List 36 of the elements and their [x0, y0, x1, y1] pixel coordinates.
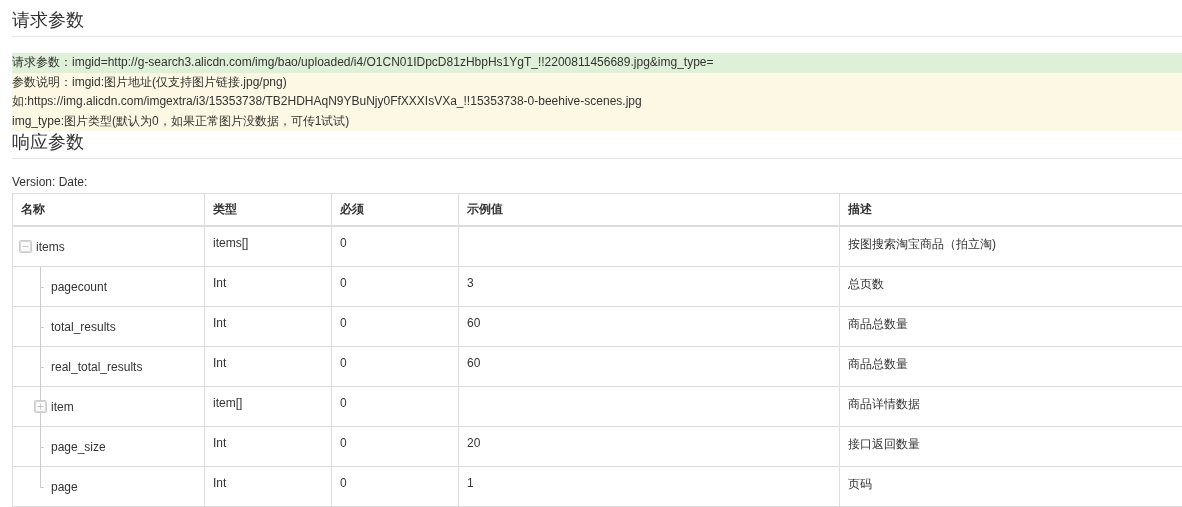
- table-cell: 3: [458, 266, 840, 307]
- field-name: page: [51, 479, 78, 494]
- table-cell: 60: [458, 346, 840, 387]
- field-name: real_total_results: [51, 359, 143, 374]
- table-cell: items[]: [204, 226, 332, 267]
- collapse-icon[interactable]: [19, 240, 32, 253]
- field-name: item: [51, 399, 74, 414]
- field-name: items: [36, 239, 65, 254]
- field-name: page_size: [51, 439, 106, 454]
- table-cell: 0: [331, 466, 459, 507]
- table-cell: Int: [204, 306, 332, 347]
- table-cell: Int: [204, 346, 332, 387]
- table-cell: 0: [331, 266, 459, 307]
- section-title: 请求参数: [12, 0, 1182, 37]
- table-cell: Int: [204, 266, 332, 307]
- field-name: total_results: [51, 319, 116, 334]
- column-header: 类型: [204, 193, 332, 226]
- table-cell: 0: [331, 346, 459, 387]
- column-header: 示例值: [458, 193, 840, 226]
- table-cell: Int: [204, 426, 332, 467]
- section-title: 响应参数: [12, 131, 1182, 159]
- table-cell: Int: [204, 466, 332, 507]
- expand-icon[interactable]: [34, 400, 47, 413]
- column-header: 必须: [331, 193, 459, 226]
- table-cell: 1: [458, 466, 840, 507]
- table-cell: 0: [331, 306, 459, 347]
- column-header: 名称: [12, 193, 205, 226]
- table-cell: 60: [458, 306, 840, 347]
- table-cell: 0: [331, 386, 459, 427]
- table-cell: 20: [458, 426, 840, 467]
- field-name: pagecount: [51, 279, 108, 294]
- table-cell: item[]: [204, 386, 332, 427]
- column-header: 描述: [839, 193, 1182, 226]
- table-cell: 0: [331, 426, 459, 467]
- version-line: Version: Date:: [12, 175, 88, 189]
- table-cell: 0: [331, 226, 459, 267]
